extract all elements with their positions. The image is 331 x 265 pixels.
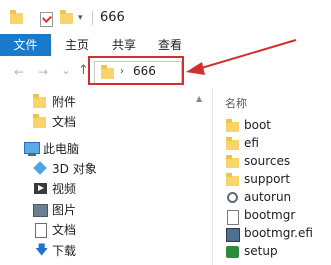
nav-item-downloads[interactable]: 🡇 下载: [0, 240, 212, 260]
documents-icon: [35, 223, 47, 238]
back-arrow-icon[interactable]: ←: [14, 65, 24, 79]
name-column-header[interactable]: 名称: [225, 95, 247, 111]
title-bar: ▾ 666: [0, 0, 331, 34]
nav-item-documents[interactable]: 文档: [0, 219, 212, 239]
tab-home[interactable]: 主页: [65, 34, 89, 56]
download-icon: 🡇: [35, 243, 49, 258]
nav-item-label: 下载: [52, 244, 77, 258]
file-name: setup: [244, 244, 278, 258]
file-icon: [227, 210, 239, 225]
nav-item-label: 文档: [52, 223, 77, 237]
file-item[interactable]: support: [213, 171, 331, 189]
tab-share[interactable]: 共享: [112, 34, 136, 56]
video-icon: [34, 183, 47, 194]
nav-item-this-pc[interactable]: 此电脑: [0, 138, 212, 158]
navigation-pane: ▲ 附件 文档 此电脑 3D 对象 视频 图片 文档 🡇 下载: [0, 88, 212, 265]
folder-icon: [226, 173, 239, 186]
file-list-pane: 名称 boot efi sources support autorun boot…: [213, 88, 331, 265]
folder-icon: [226, 119, 239, 132]
nav-item-3d-objects[interactable]: 3D 对象: [0, 158, 212, 178]
nav-item-documents-folder[interactable]: 文档: [0, 111, 212, 131]
file-item[interactable]: sources: [213, 153, 331, 171]
setup-app-icon: [226, 246, 239, 258]
nav-item-label: 3D 对象: [52, 162, 97, 176]
efi-file-icon: [226, 228, 240, 242]
nav-item-label: 文档: [52, 115, 77, 129]
file-name: bootmgr.efi: [244, 226, 313, 240]
file-item[interactable]: autorun: [213, 189, 331, 207]
folder-icon: [33, 94, 46, 108]
nav-item-pictures[interactable]: 图片: [0, 199, 212, 219]
file-name: efi: [244, 136, 259, 150]
folder-icon: [10, 10, 23, 24]
file-item[interactable]: bootmgr.efi: [213, 225, 331, 243]
3d-objects-icon: [33, 161, 47, 175]
forward-arrow-icon[interactable]: →: [38, 65, 48, 79]
file-item[interactable]: bootmgr: [213, 207, 331, 225]
file-name: sources: [244, 154, 291, 168]
file-name: autorun: [244, 190, 292, 204]
properties-icon[interactable]: [40, 12, 53, 27]
tab-view[interactable]: 查看: [158, 34, 182, 56]
nav-item-label: 附件: [52, 95, 77, 109]
computer-icon: [24, 142, 40, 156]
nav-item-attachments[interactable]: 附件: [0, 91, 212, 111]
chevron-down-icon[interactable]: ▾: [78, 13, 83, 23]
file-name: bootmgr: [244, 208, 296, 222]
recent-locations-icon[interactable]: ⌄: [61, 63, 71, 77]
nav-item-label: 此电脑: [43, 142, 80, 156]
file-name: boot: [244, 118, 272, 132]
file-name: support: [244, 172, 291, 186]
file-item[interactable]: boot: [213, 117, 331, 135]
nav-item-videos[interactable]: 视频: [0, 178, 212, 198]
folder-icon: [33, 114, 46, 128]
file-item[interactable]: setup: [213, 243, 331, 261]
pictures-icon: [33, 204, 48, 217]
folder-icon: [226, 137, 239, 150]
window-title: 666: [100, 10, 125, 25]
nav-item-label: 图片: [52, 203, 77, 217]
divider: [92, 11, 93, 25]
settings-file-icon: [227, 192, 238, 203]
file-item[interactable]: efi: [213, 135, 331, 153]
tab-file[interactable]: 文件: [0, 34, 51, 56]
nav-item-label: 视频: [52, 182, 77, 196]
folder-icon: [226, 155, 239, 168]
annotation-box: [88, 56, 184, 85]
new-folder-icon[interactable]: [60, 10, 73, 24]
annotation-arrow: [186, 39, 297, 75]
